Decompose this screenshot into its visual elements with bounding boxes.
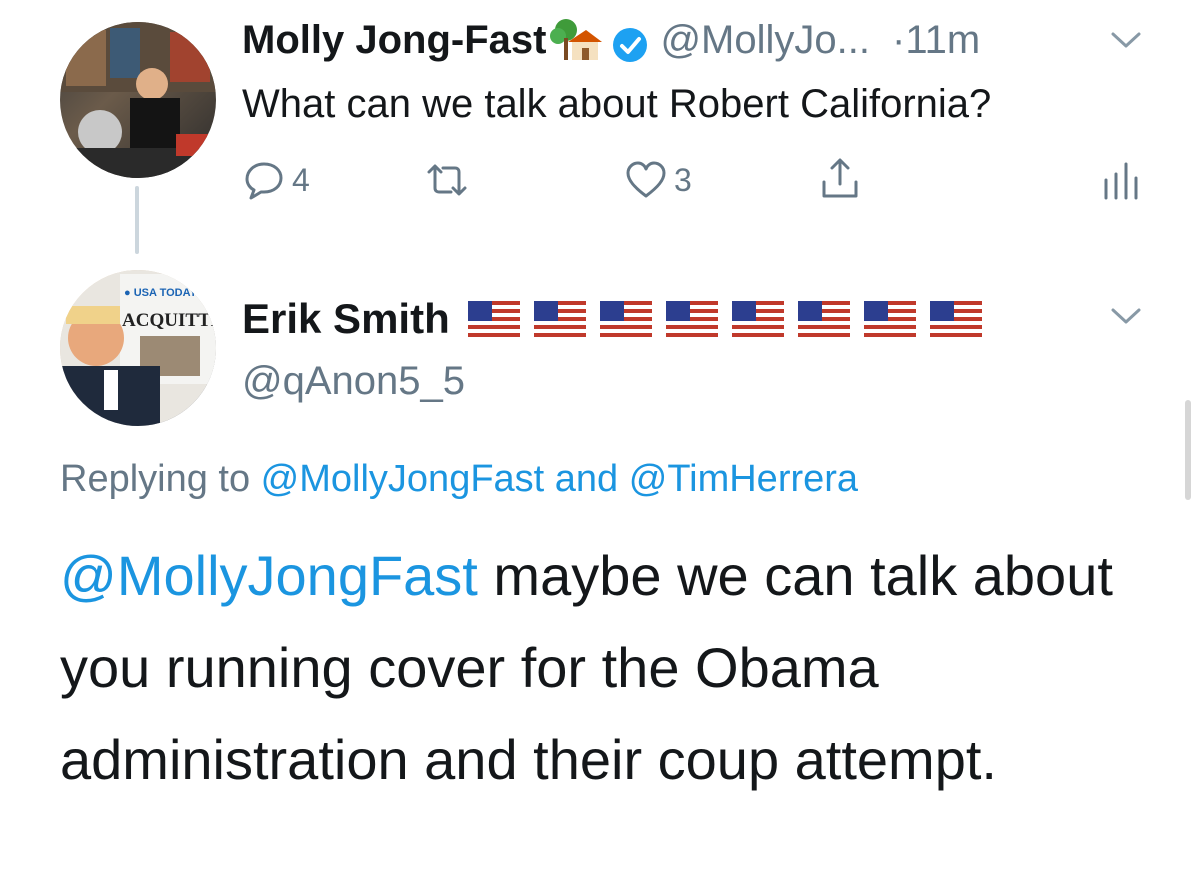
body-mention-molly[interactable]: @MollyJongFast — [60, 544, 478, 607]
heart-icon — [626, 161, 666, 198]
avatar-erik[interactable]: ● USA TODAY ACQUITTED — [60, 270, 216, 426]
tweet2-body-text: @MollyJongFast maybe we can talk about y… — [60, 530, 1170, 806]
chevron-down-icon[interactable] — [1110, 306, 1142, 326]
share-button[interactable] — [818, 156, 862, 200]
us-flag-emoji-icon — [863, 301, 916, 337]
analytics-button[interactable] — [1098, 158, 1142, 202]
house-with-tree-emoji-icon — [550, 18, 603, 62]
reply-count: 4 — [292, 161, 310, 198]
chevron-down-icon[interactable] — [1110, 30, 1142, 50]
tweet2-handle[interactable]: @qAnon5_5 — [242, 354, 465, 408]
tweet1-dot-separator: · — [891, 18, 906, 62]
tweet1-header: Molly Jong-Fast @MollyJo... · 11m — [242, 12, 980, 68]
reply-button[interactable]: 4 — [242, 158, 310, 202]
us-flag-emoji-icon — [929, 301, 982, 337]
tweet1-text: What can we talk about Robert California… — [242, 82, 992, 126]
svg-text:● USA TODAY: ● USA TODAY — [124, 287, 198, 299]
tweet2-header: Erik Smith — [242, 290, 996, 348]
us-flag-emoji-icon — [665, 301, 718, 337]
replying-and: and — [544, 458, 629, 500]
tweet1-handle[interactable]: @MollyJo... — [660, 12, 870, 68]
us-flag-emoji-icon — [533, 301, 586, 337]
tweet1-action-bar: 4 3 — [0, 150, 1200, 210]
us-flag-emoji-icon — [467, 301, 520, 337]
replying-to-line: Replying to @MollyJongFast and @TimHerre… — [60, 452, 858, 506]
us-flag-emoji-icon — [599, 301, 652, 337]
replying-mention-molly[interactable]: @MollyJongFast — [261, 458, 545, 500]
share-icon — [822, 158, 858, 198]
like-button[interactable]: 3 — [624, 158, 692, 202]
retweet-button[interactable] — [425, 158, 469, 202]
us-flag-emoji-icon — [797, 301, 850, 337]
verified-badge-icon — [612, 22, 648, 62]
like-count: 3 — [674, 161, 692, 198]
reply-bubble-icon — [245, 162, 283, 200]
scrollbar[interactable] — [1185, 400, 1191, 500]
tweet1-timestamp[interactable]: 11m — [905, 12, 980, 68]
tweet1-author-name[interactable]: Molly Jong-Fast — [242, 12, 546, 68]
retweet-icon — [427, 164, 467, 196]
tweet2-author-name[interactable]: Erik Smith — [242, 290, 450, 348]
replying-mention-tim[interactable]: @TimHerrera — [629, 458, 858, 500]
avatar-erik-image: ● USA TODAY ACQUITTED — [60, 270, 216, 426]
us-flag-emoji-group — [467, 301, 996, 337]
replying-to-label: Replying to — [60, 458, 261, 500]
us-flag-emoji-icon — [731, 301, 784, 337]
analytics-icon — [1104, 162, 1138, 200]
svg-text:ACQUITTED: ACQUITTED — [122, 310, 216, 331]
